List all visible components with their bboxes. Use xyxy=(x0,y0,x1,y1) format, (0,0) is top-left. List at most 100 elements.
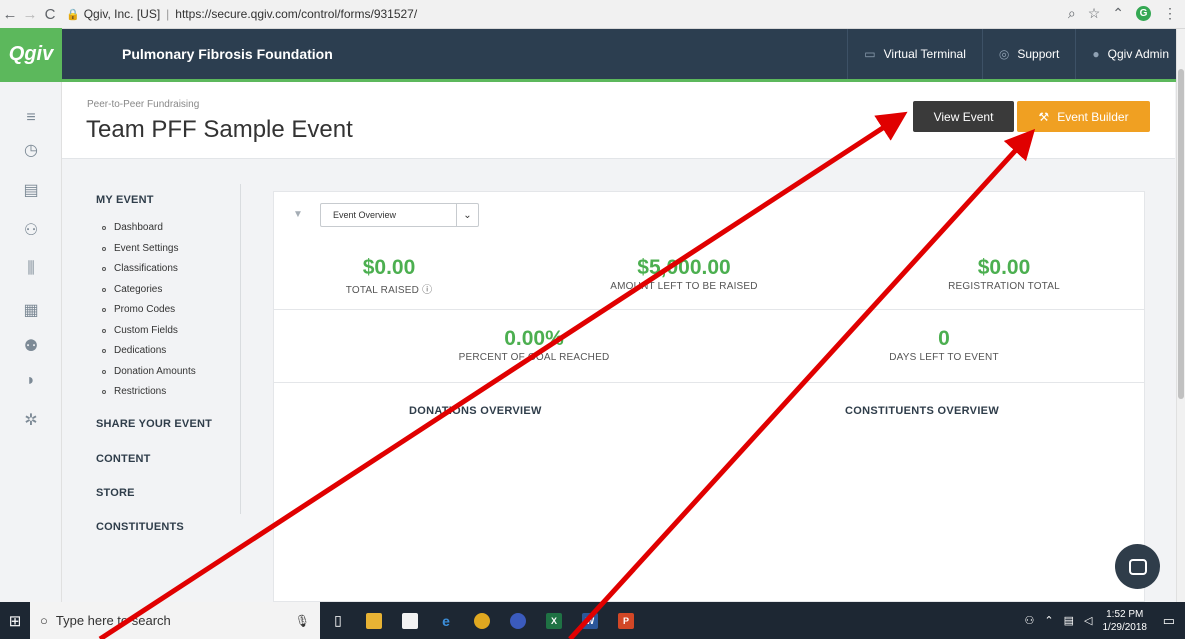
bullet-icon xyxy=(102,267,106,271)
address-bar[interactable]: 🔒 Qgiv, Inc. [US] | https://secure.qgiv.… xyxy=(66,4,417,24)
share-your-event-heading[interactable]: SHARE YOUR EVENT xyxy=(96,418,212,430)
tray-overflow-icon[interactable]: ⌃ xyxy=(1044,614,1053,627)
dashboard-gauge-icon[interactable]: ◷ xyxy=(22,140,40,160)
word-icon[interactable]: W xyxy=(572,602,608,639)
store-heading[interactable]: STORE xyxy=(96,487,135,499)
my-event-heading[interactable]: MY EVENT xyxy=(96,194,154,206)
clock-date: 1/29/2018 xyxy=(1102,621,1148,633)
system-tray: ⚇ ⌃ ▤ ◁ 1:52 PM 1/29/2018 xyxy=(1025,602,1147,639)
support-label: Support xyxy=(1017,47,1060,61)
subnav-item-restrictions[interactable]: Restrictions xyxy=(102,385,196,406)
support-link[interactable]: ◎ Support xyxy=(981,29,1076,79)
subnav-item-label: Classifications xyxy=(114,263,178,274)
edge-icon[interactable]: e xyxy=(428,602,464,639)
clock-time: 1:52 PM xyxy=(1106,608,1144,620)
taskbar-search-placeholder: Type here to search xyxy=(55,613,171,628)
scrollbar-thumb[interactable] xyxy=(1178,69,1184,399)
bullet-icon xyxy=(102,308,106,312)
store-icon[interactable] xyxy=(392,602,428,639)
overview-select[interactable]: Event Overview ⌄ xyxy=(320,203,479,227)
user-menu[interactable]: ● Qgiv Admin xyxy=(1075,29,1185,79)
subnav-item-label: Event Settings xyxy=(114,242,179,254)
action-center-icon[interactable]: ▭ xyxy=(1163,613,1175,629)
reload-icon[interactable]: C xyxy=(40,6,60,23)
forms-icon[interactable]: ▤ xyxy=(22,180,40,200)
back-icon[interactable]: ← xyxy=(0,6,20,23)
bullet-icon xyxy=(102,246,106,251)
view-event-button[interactable]: View Event xyxy=(913,101,1014,132)
taskbar-search[interactable]: ○ Type here to search 🎙 xyxy=(30,602,320,639)
breadcrumb[interactable]: Peer-to-Peer Fundraising xyxy=(87,99,199,110)
amount-left-value: $5,000.00 xyxy=(637,256,731,279)
forward-icon[interactable]: → xyxy=(20,6,40,23)
organization-name[interactable]: Pulmonary Fibrosis Foundation xyxy=(122,46,333,62)
subnav-item-label: Categories xyxy=(114,283,163,295)
taskbar-clock[interactable]: 1:52 PM 1/29/2018 xyxy=(1103,608,1148,634)
people-icon[interactable]: ⚇ xyxy=(22,220,40,240)
virtual-terminal-label: Virtual Terminal xyxy=(883,47,966,61)
chevron-down-icon[interactable]: ⌄ xyxy=(456,204,478,226)
qgiv-logo[interactable]: Qgiv xyxy=(0,27,62,81)
zoom-icon[interactable]: ⌕ xyxy=(1068,5,1076,22)
excel-icon[interactable]: X xyxy=(536,602,572,639)
subnav-item-dedications[interactable]: Dedications xyxy=(102,344,196,365)
subnav-divider xyxy=(240,184,241,514)
extension-icon[interactable]: ⌃ xyxy=(1112,5,1124,22)
menu-kebab-icon[interactable]: ⋮ xyxy=(1163,5,1177,22)
days-left-value: 0 xyxy=(938,327,950,350)
bullet-icon xyxy=(102,349,106,353)
chrome-icon[interactable] xyxy=(464,602,500,639)
firefox-icon[interactable] xyxy=(500,602,536,639)
bullet-icon xyxy=(102,369,106,374)
subnav-item-promo-codes[interactable]: Promo Codes xyxy=(102,303,196,324)
card-icon: ▭ xyxy=(864,47,876,61)
subnav-item-categories[interactable]: Categories xyxy=(102,283,196,304)
windows-start-icon[interactable]: ⊞ xyxy=(0,602,30,639)
url-text[interactable]: https://secure.qgiv.com/control/forms/93… xyxy=(175,7,417,21)
page-scrollbar[interactable] xyxy=(1176,29,1185,602)
donations-overview-heading: DONATIONS OVERVIEW xyxy=(409,405,542,417)
cortana-circle-icon: ○ xyxy=(40,613,48,628)
bullet-icon xyxy=(102,390,106,394)
file-explorer-icon[interactable] xyxy=(356,602,392,639)
url-separator: | xyxy=(166,7,170,21)
subnav-item-event-settings[interactable]: Event Settings xyxy=(102,242,196,263)
subnav-item-label: Custom Fields xyxy=(114,324,178,336)
header-links: ▭ Virtual Terminal ◎ Support ● Qgiv Admi… xyxy=(847,29,1185,79)
registration-total-stat: $0.00 REGISTRATION TOTAL xyxy=(924,256,1084,292)
app-header: Qgiv Pulmonary Fibrosis Foundation ▭ Vir… xyxy=(0,27,1185,82)
constituents-heading[interactable]: CONSTITUENTS xyxy=(96,521,184,533)
registration-total-label: REGISTRATION TOTAL xyxy=(948,281,1060,292)
settings-gear-icon[interactable]: ✲ xyxy=(22,410,40,430)
virtual-terminal-link[interactable]: ▭ Virtual Terminal xyxy=(847,29,982,79)
total-raised-stat: $0.00 TOTAL RAISED ⓘ xyxy=(314,256,464,296)
subnav-item-custom-fields[interactable]: Custom Fields xyxy=(102,324,196,345)
chat-launcher-button[interactable] xyxy=(1115,544,1160,589)
help-circle-icon[interactable]: ⓘ xyxy=(422,285,432,296)
content-heading[interactable]: CONTENT xyxy=(96,453,151,465)
network-icon[interactable]: ▤ xyxy=(1064,614,1074,627)
reports-chart-icon[interactable]: ⫼ xyxy=(22,260,40,278)
event-builder-button[interactable]: ⚒ Event Builder xyxy=(1017,101,1150,132)
subnav-item-donation-amounts[interactable]: Donation Amounts xyxy=(102,365,196,386)
constituents-overview-heading: CONSTITUENTS OVERVIEW xyxy=(845,405,999,417)
hamburger-menu-icon[interactable]: ≡ xyxy=(22,109,40,127)
people-tray-icon[interactable]: ⚇ xyxy=(1025,614,1035,627)
volume-icon[interactable]: ◁ xyxy=(1084,614,1092,627)
event-builder-label: Event Builder xyxy=(1057,109,1129,124)
registration-total-value: $0.00 xyxy=(977,256,1031,279)
bookmark-star-icon[interactable]: ☆ xyxy=(1088,5,1101,22)
filter-icon: ▼ xyxy=(293,209,303,220)
percent-goal-label: PERCENT OF GOAL REACHED xyxy=(458,352,610,363)
subnav-item-dashboard[interactable]: Dashboard xyxy=(102,221,196,242)
grammarly-icon[interactable]: G xyxy=(1136,6,1151,21)
constituents-icon[interactable]: ⚉ xyxy=(22,336,40,356)
marketing-icon[interactable]: ◗ xyxy=(22,372,40,390)
user-label: Qgiv Admin xyxy=(1107,47,1169,61)
subnav-item-classifications[interactable]: Classifications xyxy=(102,262,196,283)
powerpoint-icon[interactable]: P xyxy=(608,602,644,639)
task-view-icon[interactable]: ▯ xyxy=(320,602,356,639)
event-subnav: MY EVENT Dashboard Event Settings Classi… xyxy=(62,160,242,602)
microphone-icon[interactable]: 🎙 xyxy=(295,614,310,628)
transactions-icon[interactable]: ▦ xyxy=(22,300,40,320)
